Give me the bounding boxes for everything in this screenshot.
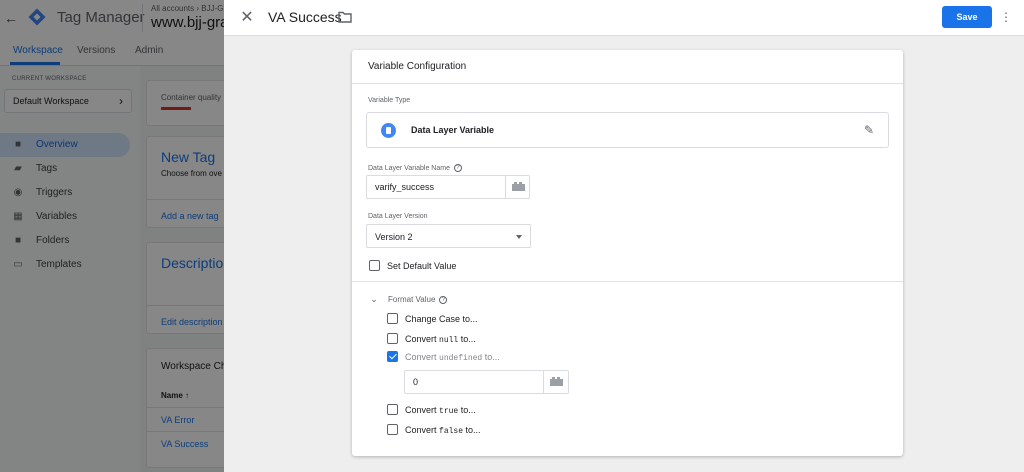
data-layer-variable-icon	[381, 123, 396, 138]
format-option-label: Convert undefined to...	[405, 352, 500, 363]
help-icon[interactable]: ?	[453, 164, 462, 172]
brick-icon	[550, 377, 563, 386]
variable-type-label: Variable Type	[368, 97, 411, 104]
convert-true-checkbox[interactable]	[387, 404, 398, 415]
dlv-version-value: Version 2	[375, 232, 413, 242]
set-default-label: Set Default Value	[387, 261, 457, 271]
config-divider	[352, 83, 903, 84]
dlv-name-label: Data Layer Variable Name	[368, 164, 450, 172]
variable-editor-panel: ✕ VA Success Save ⋮ Variable Configurati…	[224, 0, 1024, 472]
format-value-label: Format Value	[388, 295, 436, 304]
dlv-name-label-row: Data Layer Variable Name?	[368, 164, 462, 172]
panel-header: ✕ VA Success Save ⋮	[224, 0, 1024, 36]
insert-variable-button[interactable]	[543, 370, 569, 394]
variable-configuration-card: Variable Configuration Variable Type Dat…	[352, 50, 903, 456]
modal-backdrop[interactable]	[0, 0, 224, 472]
dlv-version-select[interactable]: Version 2	[366, 224, 531, 248]
dropdown-arrow-icon	[516, 235, 522, 239]
section-divider	[352, 281, 903, 282]
save-button[interactable]: Save	[942, 6, 992, 28]
dlv-version-label: Data Layer Version	[368, 213, 428, 220]
format-option-label: Convert null to...	[405, 334, 476, 345]
config-title: Variable Configuration	[368, 61, 467, 72]
set-default-checkbox[interactable]	[369, 260, 380, 271]
close-icon[interactable]: ✕	[238, 9, 256, 27]
insert-variable-button[interactable]	[505, 175, 530, 199]
variable-name-title[interactable]: VA Success	[268, 9, 342, 25]
folder-icon[interactable]	[338, 11, 352, 23]
edit-pencil-icon[interactable]: ✎	[862, 123, 876, 137]
format-option-label: Convert false to...	[405, 425, 481, 436]
format-value-header[interactable]: Format Value?	[388, 295, 448, 304]
chevron-down-icon[interactable]: ⌄	[369, 294, 379, 304]
convert-false-checkbox[interactable]	[387, 424, 398, 435]
help-icon[interactable]: ?	[439, 295, 448, 304]
format-option-label: Convert true to...	[405, 405, 476, 416]
format-option-label: Change Case to...	[405, 314, 478, 324]
variable-type-name: Data Layer Variable	[411, 125, 495, 135]
convert-undefined-checkbox[interactable]	[387, 351, 398, 362]
change-case-checkbox[interactable]	[387, 313, 398, 324]
convert-null-checkbox[interactable]	[387, 333, 398, 344]
brick-icon	[512, 182, 525, 191]
variable-type-selector[interactable]: Data Layer Variable ✎	[366, 112, 889, 148]
more-vert-icon[interactable]: ⋮	[1000, 7, 1012, 27]
